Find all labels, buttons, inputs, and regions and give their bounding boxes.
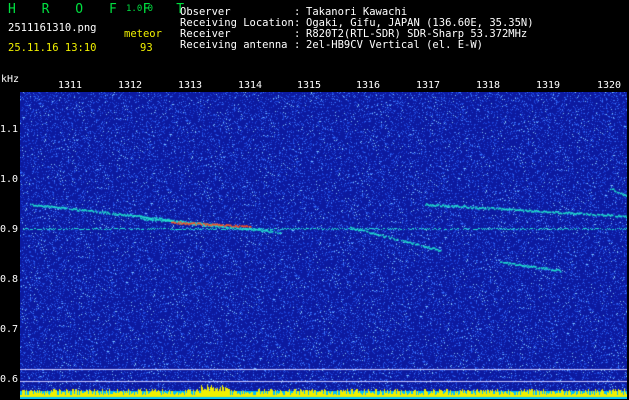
app-title: H R O F F T bbox=[8, 2, 194, 17]
x-tick-1315: 1315 bbox=[297, 80, 322, 91]
antenna-label: Receiving antenna bbox=[180, 39, 288, 51]
event-count: 93 bbox=[140, 42, 153, 54]
app-version: 1.0.0 bbox=[126, 4, 154, 14]
y-tick-0.7: 0.7 bbox=[0, 324, 19, 335]
x-tick-1312: 1312 bbox=[118, 80, 143, 91]
waterfall-spectrogram bbox=[20, 92, 627, 399]
x-tick-1320: 1320 bbox=[597, 80, 622, 91]
x-tick-1316: 1316 bbox=[356, 80, 381, 91]
x-tick-1311: 1311 bbox=[58, 80, 83, 91]
timestamp: 25.11.16 13:10 bbox=[8, 42, 97, 54]
file-name: 2511161310.png bbox=[8, 22, 97, 34]
antenna-value: 2el-HB9CV Vertical (el. E-W) bbox=[306, 39, 484, 51]
x-tick-1317: 1317 bbox=[416, 80, 441, 91]
mode-label: meteor bbox=[124, 28, 162, 40]
x-tick-1319: 1319 bbox=[536, 80, 561, 91]
y-tick-0.6: 0.6 bbox=[0, 374, 19, 385]
x-tick-1314: 1314 bbox=[238, 80, 263, 91]
y-tick-1.1: 1.1 bbox=[0, 124, 19, 135]
y-tick-0.8: 0.8 bbox=[0, 274, 19, 285]
x-tick-1313: 1313 bbox=[178, 80, 203, 91]
x-tick-1318: 1318 bbox=[476, 80, 501, 91]
y-tick-0.9: 0.9 bbox=[0, 224, 19, 235]
antenna-sep: : bbox=[294, 39, 301, 51]
y-tick-1.0: 1.0 bbox=[0, 174, 19, 185]
y-unit-label: kHz bbox=[1, 74, 20, 85]
